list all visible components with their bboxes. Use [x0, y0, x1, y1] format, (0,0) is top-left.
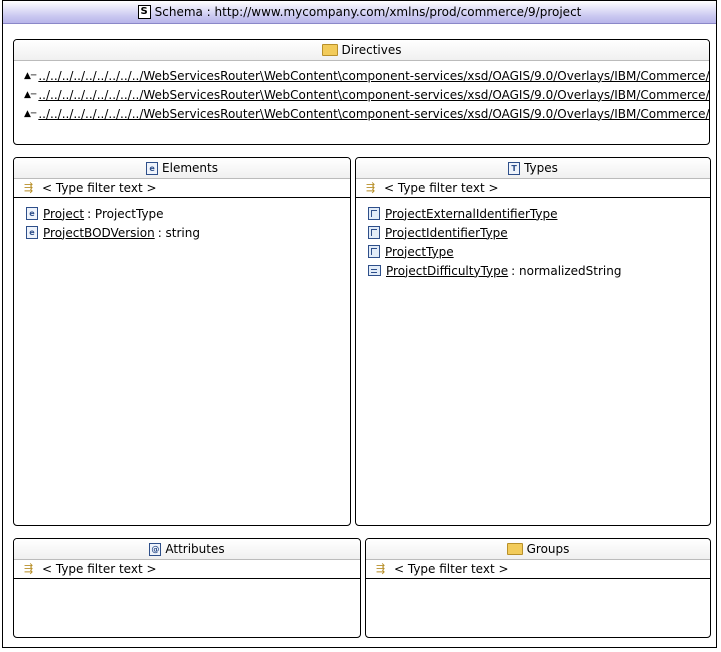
directive-path[interactable]: ../../../../../../../../../WebServicesRo…: [38, 88, 709, 102]
import-arrow-icon: ▲─: [24, 108, 37, 119]
directive-path[interactable]: ../../../../../../../../../WebServicesRo…: [38, 69, 709, 83]
simple-type-icon: [368, 265, 381, 276]
types-panel: T Types ⇶ < Type filter text > ProjectEx…: [355, 157, 711, 526]
element-icon: e: [26, 226, 38, 239]
directives-label: Directives: [341, 43, 402, 57]
type-row[interactable]: ProjectIdentifierType: [356, 223, 710, 242]
element-row-project-bod-version[interactable]: e ProjectBODVersion : string: [14, 223, 350, 242]
element-name[interactable]: Project: [43, 207, 84, 221]
directive-path[interactable]: ../../../../../../../../../WebServicesRo…: [38, 107, 709, 121]
complex-type-icon: [368, 207, 380, 220]
directive-row[interactable]: ▲─ ../../../../../../../../../WebService…: [14, 66, 709, 85]
directives-panel: Directives ▲─ ../../../../../../../../..…: [13, 39, 710, 145]
groups-panel: Groups ⇶ < Type filter text >: [365, 538, 711, 638]
import-arrow-icon: ▲─: [24, 70, 37, 81]
complex-type-icon: [368, 245, 380, 258]
type-name[interactable]: ProjectDifficultyType: [386, 264, 508, 278]
title-bar: S Schema : http://www.mycompany.com/xmln…: [3, 1, 716, 24]
attributes-filter[interactable]: ⇶ < Type filter text >: [14, 560, 360, 579]
directive-row[interactable]: ▲─ ../../../../../../../../../WebService…: [14, 104, 709, 123]
elements-label: Elements: [162, 161, 218, 175]
attributes-panel: @ Attributes ⇶ < Type filter text >: [13, 538, 361, 638]
groups-filter[interactable]: ⇶ < Type filter text >: [366, 560, 710, 579]
types-filter[interactable]: ⇶ < Type filter text >: [356, 179, 710, 198]
elements-header: e Elements: [14, 158, 350, 179]
filter-icon: ⇶: [24, 562, 34, 575]
complex-type-icon: [368, 226, 380, 239]
attributes-header: @ Attributes: [14, 539, 360, 560]
import-arrow-icon: ▲─: [24, 89, 37, 100]
schema-editor: S Schema : http://www.mycompany.com/xmln…: [2, 0, 717, 648]
types-header: T Types: [356, 158, 710, 179]
groups-header: Groups: [366, 539, 710, 560]
groups-label: Groups: [526, 542, 570, 556]
element-icon: e: [146, 161, 159, 175]
types-icon: T: [508, 161, 521, 175]
type-name[interactable]: ProjectType: [385, 245, 454, 259]
element-row-project[interactable]: e Project : ProjectType: [14, 204, 350, 223]
type-base: : normalizedString: [511, 263, 622, 278]
type-row[interactable]: ProjectExternalIdentifierType: [356, 204, 710, 223]
directive-row[interactable]: ▲─ ../../../../../../../../../WebService…: [14, 85, 709, 104]
type-row[interactable]: ProjectDifficultyType : normalizedString: [356, 261, 710, 280]
elements-filter[interactable]: ⇶ < Type filter text >: [14, 179, 350, 198]
schema-title: Schema : http://www.mycompany.com/xmlns/…: [154, 5, 582, 19]
elements-panel: e Elements ⇶ < Type filter text > e Proj…: [13, 157, 351, 526]
type-name[interactable]: ProjectExternalIdentifierType: [385, 207, 557, 221]
type-name[interactable]: ProjectIdentifierType: [385, 226, 508, 240]
type-row[interactable]: ProjectType: [356, 242, 710, 261]
folder-open-icon: [321, 44, 338, 56]
groups-filter-text[interactable]: < Type filter text >: [394, 562, 509, 576]
attributes-label: Attributes: [165, 542, 225, 556]
group-icon: [506, 543, 523, 555]
element-icon: e: [26, 207, 38, 220]
filter-icon: ⇶: [366, 181, 376, 194]
directives-header: Directives: [14, 40, 709, 61]
element-type: : ProjectType: [87, 206, 164, 221]
attribute-icon: @: [149, 542, 162, 556]
types-filter-text[interactable]: < Type filter text >: [384, 181, 499, 195]
types-label: Types: [524, 161, 558, 175]
element-type: : string: [157, 225, 200, 240]
elements-filter-text[interactable]: < Type filter text >: [42, 181, 157, 195]
filter-icon: ⇶: [376, 562, 386, 575]
schema-icon: S: [137, 5, 151, 19]
attributes-filter-text[interactable]: < Type filter text >: [42, 562, 157, 576]
filter-icon: ⇶: [24, 181, 34, 194]
element-name[interactable]: ProjectBODVersion: [43, 226, 155, 240]
